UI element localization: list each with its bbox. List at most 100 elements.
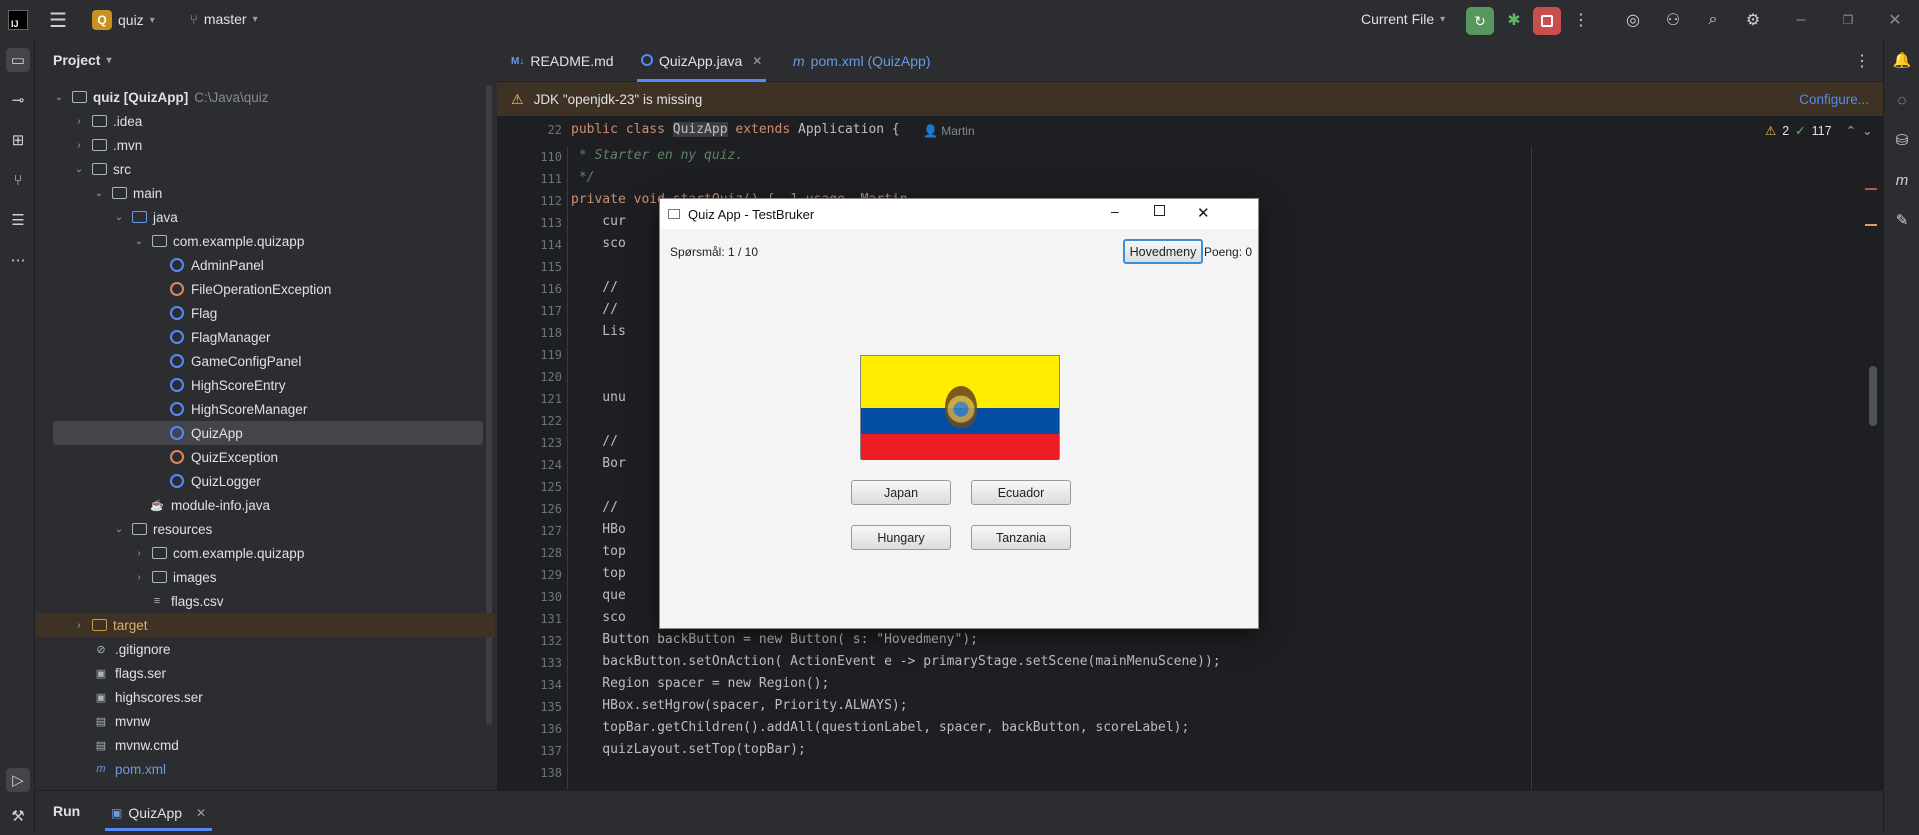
- sticky-class-declaration[interactable]: public class QuizApp extends Application…: [571, 122, 900, 137]
- project-folder-icon[interactable]: ▭: [6, 48, 30, 72]
- tree-item[interactable]: FileOperationException: [35, 277, 485, 301]
- more-actions-icon[interactable]: ⋮: [1568, 7, 1594, 33]
- code-line[interactable]: que: [571, 588, 626, 603]
- tree-item[interactable]: HighScoreEntry: [35, 373, 485, 397]
- tree-item-selected[interactable]: QuizApp: [53, 421, 483, 445]
- restore-window-icon[interactable]: ❐: [1835, 7, 1861, 33]
- answer-button-hungary[interactable]: Hungary: [851, 525, 951, 550]
- tree-item[interactable]: HighScoreManager: [35, 397, 485, 421]
- code-line[interactable]: Button backButton = new Button( s: "Hove…: [571, 632, 978, 647]
- ai-chat-icon[interactable]: ◌: [1890, 88, 1914, 112]
- answer-button-ecuador[interactable]: Ecuador: [971, 480, 1071, 505]
- database-icon[interactable]: ⛁: [1890, 128, 1914, 152]
- minimize-window-icon[interactable]: –: [1788, 7, 1814, 33]
- ai-assistant-icon[interactable]: ◎: [1620, 7, 1646, 33]
- branch-selector[interactable]: ⑂ master ▾: [190, 11, 258, 27]
- code-line[interactable]: top: [571, 566, 626, 581]
- code-line[interactable]: sco: [571, 236, 626, 251]
- tree-item-root[interactable]: ⌄ quiz [QuizApp] C:\Java\quiz: [35, 85, 485, 109]
- tree-item[interactable]: ▣ highscores.ser: [35, 685, 485, 709]
- code-line[interactable]: Lis: [571, 324, 626, 339]
- run-config-selector[interactable]: Current File ▾: [1361, 11, 1445, 27]
- code-line[interactable]: Bor: [571, 456, 626, 471]
- close-window-icon[interactable]: ✕: [1882, 7, 1908, 33]
- main-menu-button[interactable]: Hovedmeny: [1123, 239, 1203, 264]
- tab-pom-xml[interactable]: m pom.xml (QuizApp): [793, 40, 930, 82]
- notifications-bell-icon[interactable]: 🔔: [1890, 48, 1914, 72]
- answer-button-tanzania[interactable]: Tanzania: [971, 525, 1071, 550]
- quiz-app-titlebar[interactable]: Quiz App - TestBruker – ✕: [660, 199, 1258, 229]
- tree-item[interactable]: ⊘ .gitignore: [35, 637, 485, 661]
- code-line[interactable]: backButton.setOnAction( ActionEvent e ->…: [571, 654, 1220, 669]
- run-tab-quizapp[interactable]: ▣ QuizApp ✕: [105, 791, 213, 835]
- code-line[interactable]: Region spacer = new Region();: [571, 676, 829, 691]
- tree-item[interactable]: QuizException: [35, 445, 485, 469]
- commit-icon[interactable]: ⊸: [6, 88, 30, 112]
- answer-button-japan[interactable]: Japan: [851, 480, 951, 505]
- code-line[interactable]: //: [571, 434, 618, 449]
- inspection-widget[interactable]: ⚠ 2 ✓ 117 ⌃ ⌄: [1765, 123, 1873, 139]
- tree-item[interactable]: AdminPanel: [35, 253, 485, 277]
- chevron-up-icon[interactable]: ⌃: [1846, 123, 1856, 138]
- project-selector[interactable]: Q quiz ▾: [92, 10, 155, 30]
- close-icon[interactable]: ✕: [1197, 204, 1210, 222]
- build-hammer-icon[interactable]: ⚒: [6, 804, 30, 828]
- project-panel-header[interactable]: Project ▾: [35, 40, 495, 80]
- tree-item[interactable]: m pom.xml: [35, 757, 485, 781]
- bookmarks-icon[interactable]: ☰: [6, 208, 30, 232]
- tree-item[interactable]: › .mvn: [35, 133, 485, 157]
- main-menu-icon[interactable]: ☰: [45, 7, 71, 33]
- more-tools-icon[interactable]: ⋯: [6, 248, 30, 272]
- tree-item[interactable]: ⌄ resources: [35, 517, 485, 541]
- close-tab-icon[interactable]: ✕: [752, 54, 762, 68]
- tree-item[interactable]: Flag: [35, 301, 485, 325]
- code-line[interactable]: cur: [571, 214, 626, 229]
- tree-item[interactable]: ≡ flags.csv: [35, 589, 485, 613]
- tree-item[interactable]: ☕ module-info.java: [35, 493, 485, 517]
- tree-item[interactable]: ▣ flags.ser: [35, 661, 485, 685]
- code-line[interactable]: top: [571, 544, 626, 559]
- code-line[interactable]: unu: [571, 390, 626, 405]
- code-line[interactable]: HBo: [571, 522, 626, 537]
- chevron-down-icon[interactable]: ⌄: [1862, 123, 1872, 138]
- run-panel-title[interactable]: Run: [53, 803, 80, 819]
- add-user-icon[interactable]: ⚇: [1660, 7, 1686, 33]
- code-line[interactable]: quizLayout.setTop(topBar);: [571, 742, 806, 757]
- tree-item[interactable]: ⌄ src: [35, 157, 485, 181]
- close-tab-icon[interactable]: ✕: [196, 806, 206, 820]
- maximize-icon[interactable]: [1154, 205, 1165, 216]
- tree-item[interactable]: › images: [35, 565, 485, 589]
- tree-item[interactable]: › com.example.quizapp: [35, 541, 485, 565]
- search-icon[interactable]: ⌕: [1700, 7, 1726, 33]
- tree-item[interactable]: ⌄ java: [35, 205, 485, 229]
- tree-item[interactable]: GameConfigPanel: [35, 349, 485, 373]
- stop-icon[interactable]: [1533, 7, 1561, 35]
- code-line[interactable]: topBar.getChildren().addAll(questionLabe…: [571, 720, 1189, 735]
- code-line[interactable]: * Starter en ny quiz.: [571, 148, 743, 163]
- code-line[interactable]: HBox.setHgrow(spacer, Priority.ALWAYS);: [571, 698, 907, 713]
- minimize-icon[interactable]: –: [1111, 203, 1119, 219]
- configure-link[interactable]: Configure...: [1799, 92, 1869, 107]
- tab-quizapp-java[interactable]: QuizApp.java ✕: [637, 40, 767, 82]
- tree-item[interactable]: QuizLogger: [35, 469, 485, 493]
- tree-item[interactable]: FlagManager: [35, 325, 485, 349]
- tree-item[interactable]: ⌄ main: [35, 181, 485, 205]
- tree-item[interactable]: › target: [35, 613, 495, 637]
- maven-icon[interactable]: m: [1890, 168, 1914, 192]
- code-line[interactable]: //: [571, 280, 618, 295]
- ai-assistant-icon[interactable]: ✎: [1890, 208, 1914, 232]
- debug-icon[interactable]: ✱: [1501, 7, 1527, 33]
- pull-requests-icon[interactable]: ⑂: [6, 168, 30, 192]
- tab-options-icon[interactable]: ⋮: [1849, 48, 1875, 74]
- run-tool-icon[interactable]: ▷: [6, 768, 30, 792]
- rerun-icon[interactable]: ↻: [1466, 7, 1494, 35]
- code-line[interactable]: //: [571, 500, 618, 515]
- code-line[interactable]: */: [571, 170, 595, 185]
- tab-readme[interactable]: M↓ README.md: [511, 40, 614, 82]
- tree-item[interactable]: ▤ mvnw.cmd: [35, 733, 485, 757]
- tree-item[interactable]: ⌄ com.example.quizapp: [35, 229, 485, 253]
- structure-icon[interactable]: ⊞: [6, 128, 30, 152]
- code-line[interactable]: //: [571, 302, 618, 317]
- settings-gear-icon[interactable]: ⚙: [1740, 7, 1766, 33]
- tree-item[interactable]: ▤ mvnw: [35, 709, 485, 733]
